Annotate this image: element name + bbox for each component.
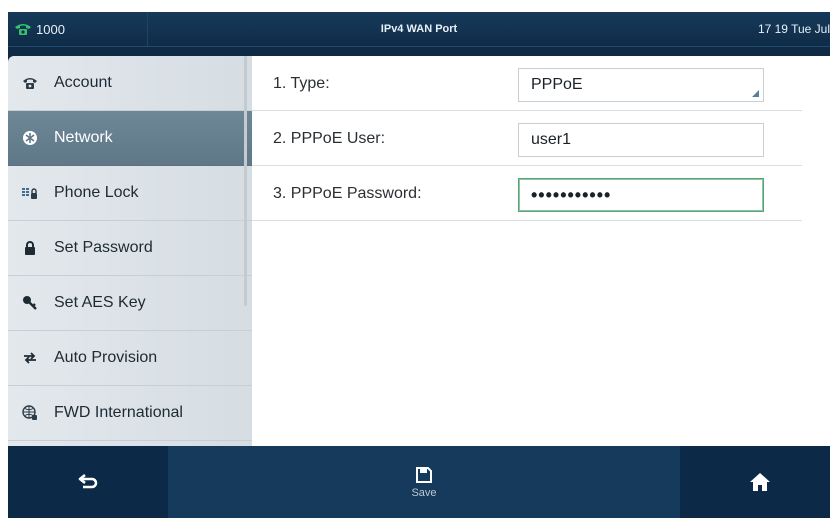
form-row-pppoe-user: 2. PPPoE User: user1	[252, 111, 802, 166]
phone-icon	[20, 73, 40, 93]
menu-item-account[interactable]: Account	[8, 56, 252, 111]
sync-arrows-icon	[20, 348, 40, 368]
menu-item-label: Auto Provision	[54, 349, 158, 366]
type-select[interactable]: PPPoE	[518, 68, 764, 102]
type-value: PPPoE	[531, 76, 583, 93]
status-bar: 1000 IPv4 WAN Port 17 19 Tue Jul 2	[8, 12, 830, 47]
save-button[interactable]: Save	[384, 446, 464, 518]
pppoe-password-value: •••••••••••	[531, 185, 612, 205]
menu-item-label: Network	[54, 129, 113, 146]
pppoe-user-label: 2. PPPoE User:	[273, 130, 386, 147]
home-button[interactable]	[720, 446, 800, 518]
phone-screen: 1000 IPv4 WAN Port 17 19 Tue Jul 2 Accou…	[8, 12, 830, 518]
save-label: Save	[411, 486, 437, 499]
key-icon	[20, 293, 40, 313]
date-time: 17 19 Tue Jul 2	[757, 22, 830, 36]
back-button[interactable]	[48, 446, 128, 518]
menu-item-label: Set Password	[54, 239, 153, 256]
menu-item-label: Account	[54, 74, 112, 91]
padlock-icon	[20, 238, 40, 258]
globe-phone-icon	[20, 403, 40, 423]
dropdown-corner-icon	[752, 90, 759, 97]
back-arrow-icon	[78, 473, 98, 489]
form-row-pppoe-password: 3. PPPoE Password: •••••••••••	[252, 166, 802, 221]
menu-item-fwd-international[interactable]: FWD International	[8, 386, 252, 441]
pppoe-password-input[interactable]: •••••••••••	[518, 178, 764, 212]
menu-item-label: FWD International	[54, 404, 183, 421]
form-row-type: 1. Type: PPPoE	[252, 56, 802, 111]
settings-form: 1. Type: PPPoE 2. PPPoE User: user1 3. P…	[252, 56, 830, 446]
pppoe-user-input[interactable]: user1	[518, 123, 764, 157]
type-label: 1. Type:	[273, 75, 330, 92]
menu-item-network[interactable]: Network	[8, 111, 252, 166]
network-icon	[20, 128, 40, 148]
keypad-lock-icon	[20, 183, 40, 203]
softkey-bar: Save	[8, 446, 830, 518]
menu-item-set-aes-key[interactable]: Set AES Key	[8, 276, 252, 331]
settings-menu: Account Network Phone Lock Set Password …	[8, 56, 252, 446]
home-icon	[750, 473, 770, 491]
menu-scrollbar[interactable]	[244, 56, 247, 306]
page-title: IPv4 WAN Port	[380, 23, 458, 35]
menu-item-auto-provision[interactable]: Auto Provision	[8, 331, 252, 386]
menu-item-set-password[interactable]: Set Password	[8, 221, 252, 276]
pppoe-user-value: user1	[531, 131, 572, 148]
menu-item-label: Phone Lock	[54, 184, 139, 201]
phone-frame: 1000 IPv4 WAN Port 17 19 Tue Jul 2 Accou…	[0, 0, 830, 528]
menu-item-phone-lock[interactable]: Phone Lock	[8, 166, 252, 221]
pppoe-password-label: 3. PPPoE Password:	[273, 185, 422, 202]
floppy-disk-icon	[416, 466, 432, 483]
menu-item-label: Set AES Key	[54, 294, 146, 311]
